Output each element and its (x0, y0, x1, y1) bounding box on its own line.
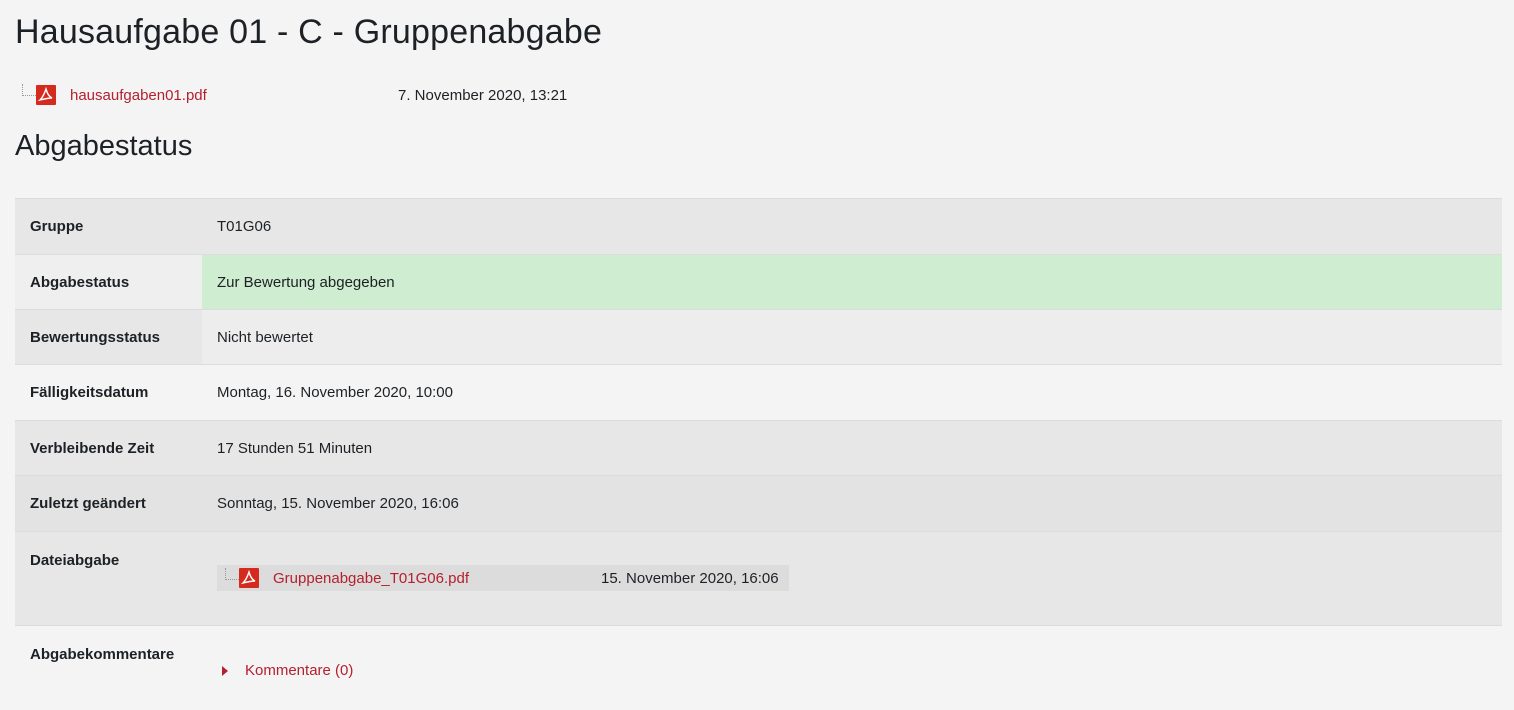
table-row: Zuletzt geändert Sonntag, 15. November 2… (15, 475, 1502, 532)
row-value-due-date: Montag, 16. November 2020, 10:00 (202, 364, 1502, 421)
comments-link[interactable]: Kommentare (0) (245, 662, 353, 679)
row-value-submission-comments: Kommentare (0) (202, 625, 1502, 710)
table-row: Bewertungsstatus Nicht bewertet (15, 309, 1502, 365)
row-label-submission-status: Abgabestatus (15, 254, 202, 310)
table-row: Abgabestatus Zur Bewertung abgegeben (15, 254, 1502, 310)
tree-connector (225, 568, 239, 580)
tree-connector (22, 84, 36, 96)
row-value-file-submission: Gruppenabgabe_T01G06.pdf 15. November 20… (202, 531, 1502, 626)
comments-toggle[interactable]: Kommentare (0) (222, 662, 353, 679)
row-label-file-submission: Dateiabgabe (15, 531, 202, 626)
pdf-icon (36, 85, 56, 105)
table-row: Fälligkeitsdatum Montag, 16. November 20… (15, 364, 1502, 421)
row-value-grading-status: Nicht bewertet (202, 309, 1502, 365)
submission-status-table: Gruppe T01G06 Abgabestatus Zur Bewertung… (15, 198, 1502, 710)
row-label-submission-comments: Abgabekommentare (15, 625, 202, 710)
submitted-file-entry: Gruppenabgabe_T01G06.pdf 15. November 20… (217, 565, 789, 591)
assignment-page: Hausaufgabe 01 - C - Gruppenabgabe hausa… (0, 0, 1514, 710)
row-value-time-remaining: 17 Stunden 51 Minuten (202, 420, 1502, 476)
intro-file-date: 7. November 2020, 13:21 (398, 86, 568, 104)
submission-status-badge: Zur Bewertung abgegeben (202, 254, 1502, 310)
row-label-time-remaining: Verbleibende Zeit (15, 420, 202, 476)
table-row: Dateiabgabe Gruppenabgabe_T01G06.pdf 15.… (15, 531, 1502, 626)
intro-attachment: hausaufgaben01.pdf 7. November 2020, 13:… (22, 80, 567, 110)
row-value-last-modified: Sonntag, 15. November 2020, 16:06 (202, 475, 1502, 532)
row-value-group: T01G06 (202, 198, 1502, 255)
row-label-group: Gruppe (15, 198, 202, 255)
row-label-grading-status: Bewertungsstatus (15, 309, 202, 365)
table-row: Verbleibende Zeit 17 Stunden 51 Minuten (15, 420, 1502, 476)
caret-right-icon (222, 665, 228, 676)
intro-file-link[interactable]: hausaufgaben01.pdf (70, 87, 398, 104)
row-label-last-modified: Zuletzt geändert (15, 475, 202, 532)
submission-status-heading: Abgabestatus (15, 130, 193, 162)
assignment-title: Hausaufgabe 01 - C - Gruppenabgabe (15, 13, 603, 51)
pdf-icon (239, 568, 259, 588)
table-row: Abgabekommentare Kommentare (0) (15, 625, 1502, 710)
table-row: Gruppe T01G06 (15, 198, 1502, 255)
submitted-file-date: 15. November 2020, 16:06 (601, 569, 779, 587)
row-label-due-date: Fälligkeitsdatum (15, 364, 202, 421)
submitted-file-link[interactable]: Gruppenabgabe_T01G06.pdf (273, 570, 601, 587)
